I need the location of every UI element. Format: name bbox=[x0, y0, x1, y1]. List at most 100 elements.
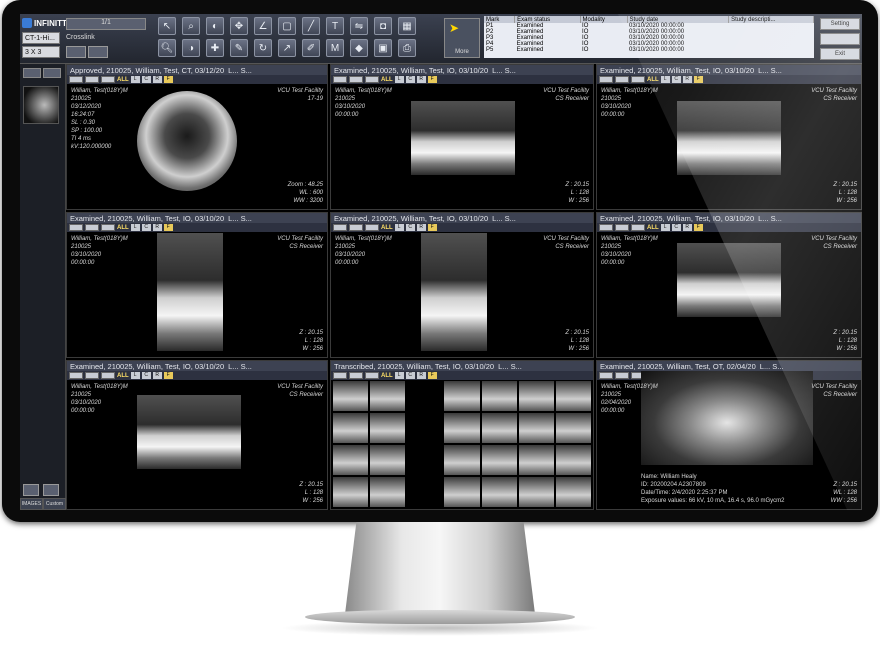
viewport-select[interactable] bbox=[615, 76, 629, 83]
radiograph-image[interactable] bbox=[641, 371, 813, 465]
align-button[interactable]: C bbox=[671, 224, 681, 231]
text-icon[interactable]: T bbox=[326, 17, 344, 35]
align-button[interactable]: F bbox=[427, 76, 437, 83]
viewport-select[interactable] bbox=[349, 224, 363, 231]
mosaic-image[interactable] bbox=[481, 381, 517, 411]
crosslink-toggle[interactable]: Crosslink bbox=[66, 34, 95, 41]
mosaic-image[interactable] bbox=[370, 381, 406, 411]
align-button[interactable]: C bbox=[405, 224, 415, 231]
image-viewport[interactable]: Examined, 210025, William, Test, IO, 03/… bbox=[66, 212, 328, 358]
align-button[interactable]: R bbox=[682, 76, 692, 83]
radiograph-image[interactable] bbox=[137, 91, 237, 191]
viewport-title-bar[interactable]: Examined, 210025, William, Test, IO, 03/… bbox=[331, 65, 593, 75]
all-toggle[interactable]: ALL bbox=[647, 77, 659, 83]
viewport-title-bar[interactable]: Examined, 210025, William, Test, IO, 03/… bbox=[597, 65, 861, 75]
mosaic-image[interactable] bbox=[555, 445, 591, 475]
nav-right-button[interactable] bbox=[43, 484, 59, 496]
align-button[interactable]: C bbox=[671, 76, 681, 83]
radiograph-image[interactable] bbox=[677, 101, 781, 175]
image-viewport[interactable]: Examined, 210025, William, Test, IO, 03/… bbox=[66, 360, 328, 510]
align-button[interactable]: L bbox=[660, 224, 670, 231]
viewport-select[interactable] bbox=[85, 76, 99, 83]
mosaic-image[interactable] bbox=[555, 413, 591, 443]
more-tools-button[interactable]: ➤ More bbox=[444, 18, 480, 58]
align-button[interactable]: L bbox=[130, 372, 140, 379]
viewport-title-bar[interactable]: Examined, 210025, William, Test, IO, 03/… bbox=[67, 213, 327, 223]
print-icon[interactable]: ⎙ bbox=[398, 39, 416, 57]
invert-icon[interactable]: ◑ bbox=[182, 39, 200, 57]
align-button[interactable]: L bbox=[660, 76, 670, 83]
align-button[interactable]: C bbox=[141, 224, 151, 231]
align-button[interactable]: L bbox=[130, 224, 140, 231]
thumb-prev-button[interactable] bbox=[23, 68, 41, 78]
worklist-table[interactable]: Mark Exam status Modality Study date Study d… bbox=[484, 16, 814, 58]
camera-icon[interactable]: ◘ bbox=[374, 17, 392, 35]
mosaic-image[interactable] bbox=[481, 477, 517, 507]
mosaic-image[interactable] bbox=[444, 477, 480, 507]
mosaic-image[interactable] bbox=[333, 381, 369, 411]
viewport-select[interactable] bbox=[69, 76, 83, 83]
radiograph-image[interactable] bbox=[677, 243, 781, 317]
viewport-select[interactable] bbox=[365, 76, 379, 83]
all-toggle[interactable]: ALL bbox=[647, 225, 659, 231]
viewport-select[interactable] bbox=[599, 224, 613, 231]
radiograph-image[interactable] bbox=[157, 233, 223, 351]
align-button[interactable]: C bbox=[405, 372, 415, 379]
hanging-protocol-select[interactable]: CT-1-Hi... bbox=[22, 32, 60, 44]
layout-icon[interactable]: ▦ bbox=[398, 17, 416, 35]
viewport-select[interactable] bbox=[333, 372, 347, 379]
align-button[interactable]: F bbox=[163, 76, 173, 83]
align-button[interactable]: R bbox=[152, 76, 162, 83]
mosaic-image[interactable] bbox=[481, 413, 517, 443]
mosaic-image[interactable] bbox=[444, 381, 480, 411]
mosaic-image[interactable] bbox=[444, 445, 480, 475]
mosaic-image[interactable] bbox=[444, 413, 480, 443]
viewport-title-bar[interactable]: Examined, 210025, William, Test, IO, 03/… bbox=[597, 213, 861, 223]
angle-icon[interactable]: ∠ bbox=[254, 17, 272, 35]
worklist-header-cell[interactable]: Exam status bbox=[514, 16, 581, 23]
viewport-select[interactable] bbox=[101, 224, 115, 231]
roi-icon[interactable]: ▢ bbox=[278, 17, 296, 35]
mosaic-image[interactable] bbox=[518, 445, 554, 475]
align-button[interactable]: C bbox=[141, 372, 151, 379]
window-level-icon[interactable]: ◐ bbox=[206, 17, 224, 35]
worklist-header-cell[interactable]: Study descripti... bbox=[728, 16, 814, 23]
radiograph-image[interactable] bbox=[421, 233, 487, 351]
align-button[interactable]: L bbox=[394, 76, 404, 83]
measure-icon[interactable]: ╱ bbox=[302, 17, 320, 35]
image-viewport[interactable]: Examined, 210025, William, Test, IO, 03/… bbox=[596, 212, 862, 358]
worklist-header-cell[interactable]: Mark bbox=[484, 16, 516, 23]
mosaic-image[interactable] bbox=[407, 381, 443, 411]
fmx-mosaic[interactable] bbox=[333, 381, 591, 507]
thumb-next-button[interactable] bbox=[43, 68, 61, 78]
image-viewport[interactable]: Transcribed, 210025, William, Test, IO, … bbox=[330, 360, 594, 510]
mosaic-image[interactable] bbox=[518, 477, 554, 507]
align-button[interactable]: R bbox=[416, 224, 426, 231]
viewport-title-bar[interactable]: Examined, 210025, William, Test, IO, 03/… bbox=[67, 361, 327, 371]
align-button[interactable]: L bbox=[130, 76, 140, 83]
all-toggle[interactable]: ALL bbox=[381, 373, 393, 379]
align-button[interactable]: C bbox=[141, 76, 151, 83]
viewport-select[interactable] bbox=[333, 76, 347, 83]
setting-button[interactable]: Setting bbox=[820, 18, 860, 30]
mosaic-image[interactable] bbox=[370, 477, 406, 507]
mosaic-image[interactable] bbox=[370, 445, 406, 475]
mosaic-image[interactable] bbox=[555, 477, 591, 507]
align-button[interactable]: F bbox=[693, 224, 703, 231]
viewport-select[interactable] bbox=[333, 224, 347, 231]
save-icon[interactable]: ▣ bbox=[374, 39, 392, 57]
viewport-select[interactable] bbox=[69, 372, 83, 379]
image-viewport[interactable]: Examined, 210025, William, Test, OT, 02/… bbox=[596, 360, 862, 510]
viewport-select[interactable] bbox=[615, 224, 629, 231]
mosaic-image[interactable] bbox=[407, 413, 443, 443]
cube-icon[interactable]: ◆ bbox=[350, 39, 368, 57]
align-button[interactable]: F bbox=[163, 224, 173, 231]
mosaic-image[interactable] bbox=[333, 413, 369, 443]
worklist-header-cell[interactable]: Study date bbox=[627, 16, 730, 23]
layout-button[interactable] bbox=[66, 46, 86, 58]
align-button[interactable]: R bbox=[416, 372, 426, 379]
viewport-select[interactable] bbox=[349, 76, 363, 83]
mosaic-image[interactable] bbox=[333, 477, 369, 507]
view-button[interactable] bbox=[820, 33, 860, 45]
all-toggle[interactable]: ALL bbox=[117, 77, 129, 83]
